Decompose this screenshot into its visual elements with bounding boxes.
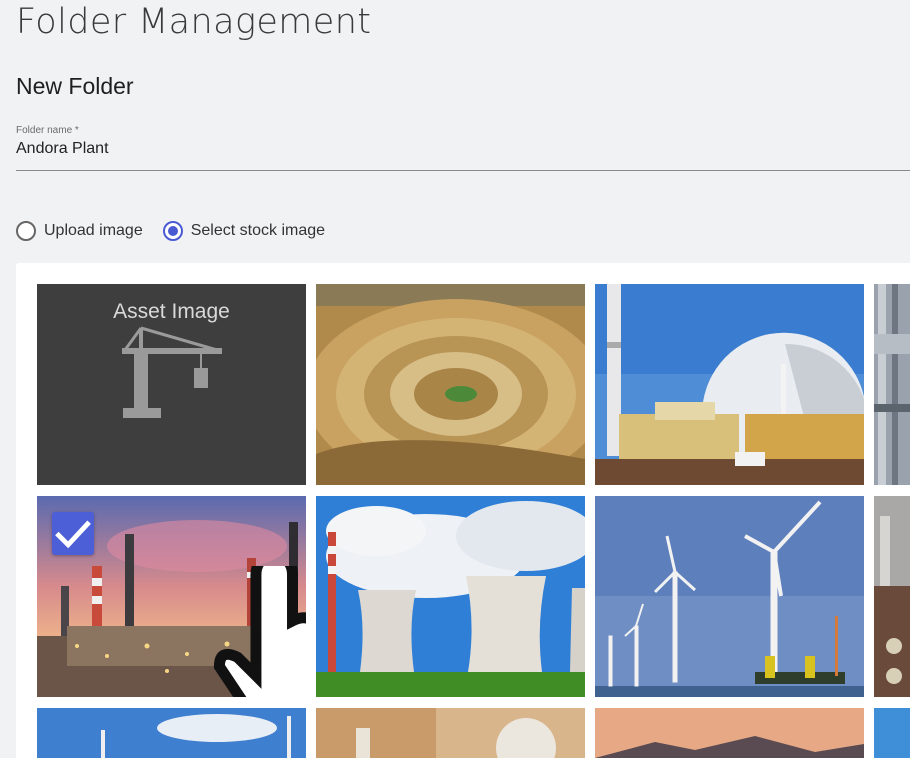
mountain-sunset-image bbox=[595, 708, 864, 758]
mountain-sunset-tile[interactable] bbox=[595, 708, 864, 758]
asset-image-tile[interactable]: Asset Image bbox=[37, 284, 306, 485]
radio-unchecked-icon bbox=[16, 221, 36, 241]
industrial-partial-tile[interactable] bbox=[874, 284, 910, 485]
offshore-wind-image bbox=[595, 496, 864, 697]
sky-partial-tile[interactable] bbox=[874, 708, 910, 758]
sky-partial-image bbox=[874, 708, 910, 758]
folder-name-field: Folder name * bbox=[16, 125, 910, 171]
water-tower-image bbox=[37, 708, 306, 758]
open-pit-mine-image bbox=[316, 284, 585, 485]
folder-name-label: Folder name * bbox=[16, 125, 79, 136]
upload-image-radio[interactable]: Upload image bbox=[16, 221, 143, 241]
offshore-wind-tile[interactable] bbox=[595, 496, 864, 697]
open-pit-mine-tile[interactable] bbox=[316, 284, 585, 485]
radio-checked-icon bbox=[162, 221, 183, 241]
page-title: Folder Management bbox=[16, 2, 372, 42]
select-stock-image-radio[interactable]: Select stock image bbox=[162, 221, 326, 241]
nuclear-plant-image bbox=[595, 284, 864, 485]
selected-check-icon bbox=[52, 512, 94, 555]
section-title: New Folder bbox=[16, 73, 134, 99]
cooling-towers-tile[interactable] bbox=[316, 496, 585, 697]
upload-image-label: Upload image bbox=[44, 222, 143, 239]
stock-image-gallery: Asset Image bbox=[16, 263, 910, 758]
lab-equipment-tile[interactable] bbox=[316, 708, 585, 758]
water-tower-tile[interactable] bbox=[37, 708, 306, 758]
cooling-towers-image bbox=[316, 496, 585, 697]
folder-name-input[interactable] bbox=[16, 140, 910, 158]
hand-cursor-icon bbox=[213, 566, 306, 697]
select-stock-image-label: Select stock image bbox=[190, 222, 326, 239]
image-source-radio-group: Upload image Select stock image bbox=[16, 221, 345, 241]
lab-equipment-image bbox=[316, 708, 585, 758]
industrial-partial-2-tile[interactable] bbox=[874, 496, 910, 697]
industrial-partial-2-image bbox=[874, 496, 910, 697]
crane-icon bbox=[122, 326, 222, 418]
industrial-partial-image bbox=[874, 284, 910, 485]
refinery-sunset-tile[interactable] bbox=[37, 496, 306, 697]
nuclear-dome-tile[interactable] bbox=[595, 284, 864, 485]
